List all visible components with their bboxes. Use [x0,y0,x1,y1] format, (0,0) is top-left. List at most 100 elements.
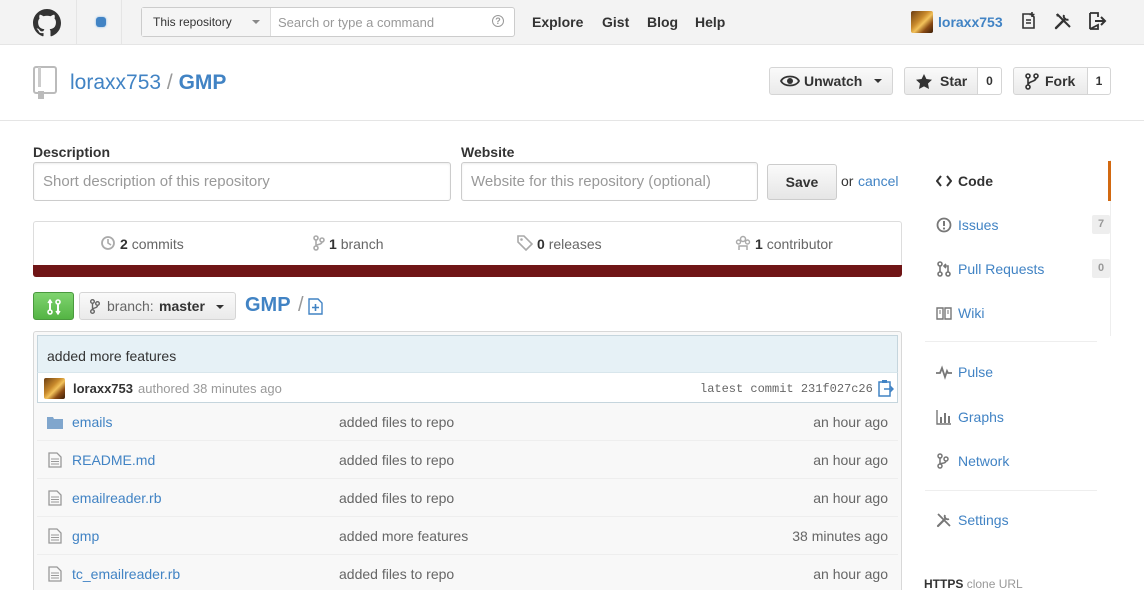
unwatch-label: Unwatch [804,73,863,89]
releases-stat[interactable]: 0 releases [517,235,602,252]
file-commit-message[interactable]: added files to repo [339,452,454,468]
new-file-icon[interactable] [308,298,323,315]
file-row[interactable]: tc_emailreader.rb added files to repo an… [37,555,898,590]
commit-author-link[interactable]: loraxx753 [73,381,133,396]
file-age: an hour ago [813,490,888,506]
sidebar-item-graphs[interactable]: Graphs [925,397,1111,437]
sidebar-item-label: Issues [958,217,999,233]
branch-label: branch [340,236,384,252]
organization-icon [735,235,751,250]
file-text-icon [48,528,62,544]
description-label: Description [33,144,111,160]
website-input[interactable] [461,162,758,201]
tools-icon[interactable] [1053,11,1073,31]
sidebar-divider [925,490,1097,491]
file-name-link[interactable]: emailreader.rb [72,490,162,506]
sidebar-item-issues[interactable]: Issues 7 [925,205,1111,245]
clipboard-icon[interactable] [878,379,894,397]
notifications-button[interactable] [76,0,122,44]
sidebar-item-label: Code [958,173,993,189]
repo-owner-link[interactable]: loraxx753 [70,71,161,94]
file-age: an hour ago [813,566,888,582]
username-link[interactable]: loraxx753 [938,14,1003,30]
file-text-icon [48,452,62,468]
sidebar-item-settings[interactable]: Settings [925,500,1111,540]
contributor-count: 1 [755,236,763,252]
file-commit-message[interactable]: added more features [339,528,468,544]
file-row[interactable]: emails added files to repo an hour ago [37,403,898,441]
latest-commit-sha[interactable]: latest commit 231f027c26 [700,382,873,396]
file-name-link[interactable]: gmp [72,528,99,544]
clone-protocol[interactable]: HTTPS [924,577,963,590]
file-name-link[interactable]: README.md [72,452,155,468]
history-icon [101,236,115,250]
nav-blog[interactable]: Blog [647,14,678,30]
file-commit-message[interactable]: added files to repo [339,414,454,430]
file-commit-message[interactable]: added files to repo [339,566,454,582]
branch-prefix: branch: [107,298,154,314]
sidebar-item-label: Network [958,453,1010,469]
or-text: or [841,173,854,189]
caret-down-icon [252,20,260,24]
github-logo-icon[interactable] [33,9,61,37]
sidebar-divider [925,341,1097,342]
description-input[interactable] [33,162,451,201]
file-commit-message[interactable]: added files to repo [339,490,454,506]
path-root-link[interactable]: GMP [245,294,291,317]
tools-icon [936,513,951,528]
star-button[interactable]: Star [904,67,978,95]
commits-label: commits [131,236,184,252]
contributors-stat[interactable]: 1 contributor [735,235,833,252]
user-avatar[interactable] [911,11,933,33]
file-row[interactable]: README.md added files to repo an hour ag… [37,441,898,479]
commits-stat[interactable]: 2 commits [100,235,184,252]
clone-url-heading: HTTPS clone URL [924,577,1023,590]
issue-opened-icon [936,217,952,233]
nav-help[interactable]: Help [695,14,725,30]
commits-count: 2 [120,236,128,252]
search-scope-dropdown[interactable]: This repository [142,8,271,36]
commit-title[interactable]: added more features [37,335,898,372]
branches-stat[interactable]: 1 branch [313,235,384,252]
compare-icon [47,299,61,315]
releases-label: releases [548,236,602,252]
file-text-icon [48,566,62,582]
search-input[interactable] [272,8,484,36]
caret-down-icon [874,79,882,83]
nav-explore[interactable]: Explore [532,14,583,30]
branch-selector[interactable]: branch: master [79,292,236,320]
notification-indicator-icon [96,17,106,27]
sidebar-item-wiki[interactable]: Wiki [925,293,1111,333]
star-count[interactable]: 0 [978,67,1002,95]
file-name-link[interactable]: emails [72,414,112,430]
sidebar-item-code[interactable]: Code [925,161,1111,201]
file-row[interactable]: gmp added more features 38 minutes ago [37,517,898,555]
repo-name-link[interactable]: GMP [179,71,227,94]
path-separator: / [298,294,304,316]
new-repo-icon[interactable] [1019,11,1039,31]
star-icon [916,74,932,89]
sign-out-icon[interactable] [1087,11,1107,31]
sidebar-item-pull-requests[interactable]: Pull Requests 0 [925,249,1111,289]
unwatch-button[interactable]: Unwatch [769,67,893,95]
star-label: Star [940,73,968,89]
question-icon[interactable]: ? [492,15,504,27]
fork-button[interactable]: Fork [1013,67,1088,95]
sidebar-item-network[interactable]: Network [925,441,1111,481]
graph-icon [936,410,951,425]
sidebar-item-pulse[interactable]: Pulse [925,352,1111,392]
repo-icon [33,66,57,99]
fork-label: Fork [1045,73,1076,89]
compare-button[interactable] [33,292,74,320]
file-age: an hour ago [813,414,888,430]
file-row[interactable]: emailreader.rb added files to repo an ho… [37,479,898,517]
nav-gist[interactable]: Gist [602,14,629,30]
fork-count[interactable]: 1 [1088,67,1111,95]
save-button[interactable]: Save [767,164,837,200]
cancel-link[interactable]: cancel [858,173,898,189]
sidebar-item-label: Pull Requests [958,261,1045,277]
book-icon [936,307,952,320]
file-name-link[interactable]: tc_emailreader.rb [72,566,180,582]
author-avatar[interactable] [44,378,65,399]
language-bar[interactable] [33,265,902,277]
